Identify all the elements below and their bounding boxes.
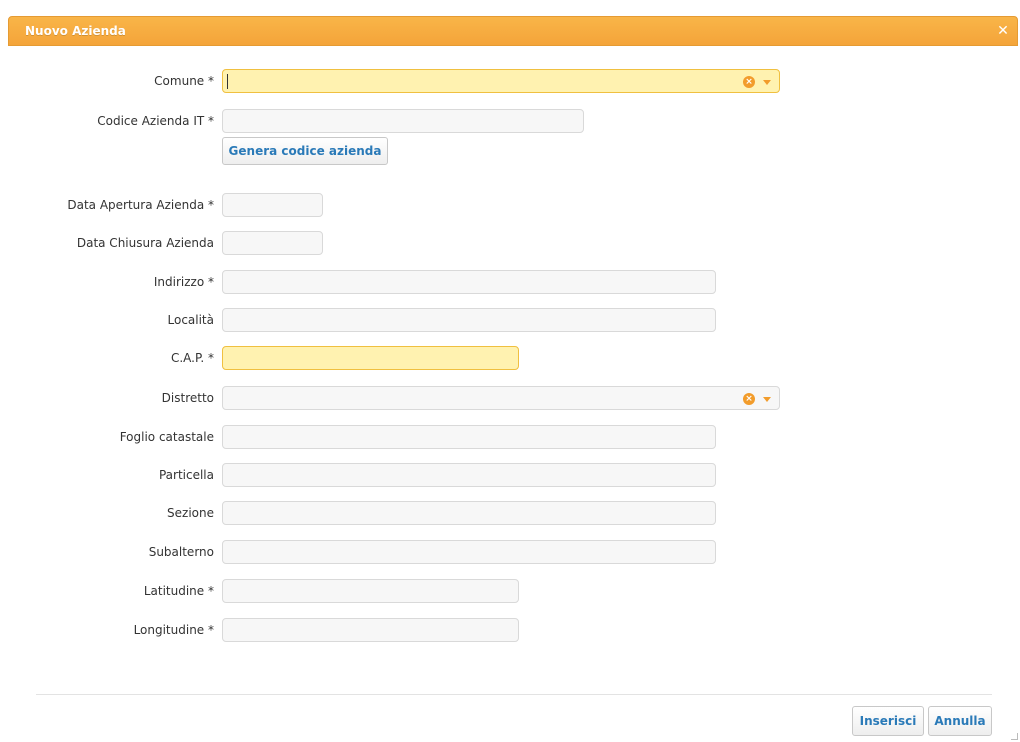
data-apertura-input[interactable] xyxy=(222,193,323,217)
cap-input[interactable] xyxy=(222,346,519,370)
label-data-apertura: Data Apertura Azienda * xyxy=(67,198,214,212)
label-localita: Località xyxy=(167,313,215,327)
resize-grip-icon[interactable] xyxy=(1011,733,1018,740)
cancel-button[interactable]: Annulla xyxy=(928,706,992,736)
indirizzo-input[interactable] xyxy=(222,270,716,294)
label-comune: Comune * xyxy=(154,74,214,88)
row-localita: Località xyxy=(0,308,1020,332)
particella-input[interactable] xyxy=(222,463,716,487)
dialog-title: Nuovo Azienda xyxy=(25,24,126,38)
row-particella: Particella xyxy=(0,463,1020,487)
foglio-catastale-input[interactable] xyxy=(222,425,716,449)
row-subalterno: Subalterno xyxy=(0,540,1020,564)
row-foglio-catastale: Foglio catastale xyxy=(0,425,1020,449)
row-indirizzo: Indirizzo * xyxy=(0,270,1020,294)
latitudine-input[interactable] xyxy=(222,579,519,603)
label-data-chiusura: Data Chiusura Azienda xyxy=(76,236,214,250)
localita-input[interactable] xyxy=(222,308,716,332)
insert-button[interactable]: Inserisci xyxy=(852,706,924,736)
clear-icon[interactable]: × xyxy=(743,393,755,405)
label-foglio-catastale: Foglio catastale xyxy=(119,430,214,444)
row-codice-azienda: Codice Azienda IT * xyxy=(0,109,1020,133)
label-subalterno: Subalterno xyxy=(148,545,214,559)
label-particella: Particella xyxy=(158,468,214,482)
codice-azienda-input[interactable] xyxy=(222,109,584,133)
dialog-window: Nuovo Azienda ✕ Comune * × Codice Aziend… xyxy=(0,0,1020,742)
distretto-combo[interactable]: × xyxy=(222,386,780,410)
row-data-apertura: Data Apertura Azienda * xyxy=(0,193,1020,217)
data-chiusura-input[interactable] xyxy=(222,231,323,255)
row-data-chiusura: Data Chiusura Azienda xyxy=(0,231,1020,255)
label-longitudine: Longitudine * xyxy=(133,623,214,637)
row-comune: Comune * × xyxy=(0,69,1020,93)
chevron-down-icon[interactable] xyxy=(763,79,771,85)
generate-code-button[interactable]: Genera codice azienda xyxy=(222,137,388,165)
footer-divider xyxy=(36,694,992,695)
row-sezione: Sezione xyxy=(0,501,1020,525)
row-cap: C.A.P. * xyxy=(0,346,1020,370)
close-icon[interactable]: ✕ xyxy=(995,23,1011,39)
row-longitudine: Longitudine * xyxy=(0,618,1020,642)
longitudine-input[interactable] xyxy=(222,618,519,642)
row-latitudine: Latitudine * xyxy=(0,579,1020,603)
label-distretto: Distretto xyxy=(161,391,214,405)
chevron-down-icon[interactable] xyxy=(763,396,771,402)
label-latitudine: Latitudine * xyxy=(143,584,214,598)
subalterno-input[interactable] xyxy=(222,540,716,564)
label-cap: C.A.P. * xyxy=(170,351,214,365)
label-sezione: Sezione xyxy=(167,506,214,520)
row-distretto: Distretto × xyxy=(0,386,1020,410)
label-codice-azienda: Codice Azienda IT * xyxy=(97,114,214,128)
clear-icon[interactable]: × xyxy=(743,76,755,88)
comune-combo[interactable]: × xyxy=(222,69,780,93)
label-indirizzo: Indirizzo * xyxy=(153,275,214,289)
dialog-titlebar[interactable]: Nuovo Azienda ✕ xyxy=(8,16,1018,46)
sezione-input[interactable] xyxy=(222,501,716,525)
